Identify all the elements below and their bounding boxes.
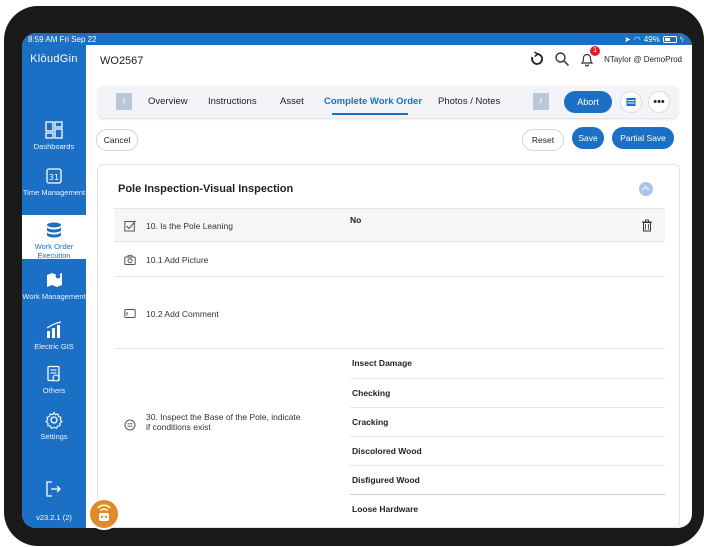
- logout-icon[interactable]: [44, 480, 62, 498]
- reset-button[interactable]: Reset: [522, 129, 564, 151]
- charging-icon: ϟ: [679, 34, 684, 44]
- sidebar: KlōudGin Dashboards 31 Time Management W…: [22, 45, 86, 528]
- robot-icon: [97, 504, 111, 521]
- question-label-line-1: 30. Inspect the Base of the Pole, indica…: [146, 412, 301, 422]
- question-label[interactable]: 10.1 Add Picture: [146, 255, 208, 265]
- assistant-button[interactable]: [88, 498, 120, 530]
- partial-save-button[interactable]: Partial Save: [612, 127, 674, 149]
- question-label-line-2: if conditions exist: [146, 422, 211, 432]
- time-icon: 31: [46, 168, 62, 184]
- tab-asset[interactable]: Asset: [280, 96, 304, 107]
- collapse-section-button[interactable]: [639, 182, 653, 196]
- dashboard-icon: [45, 121, 63, 139]
- app-logo: KlōudGin: [30, 53, 78, 65]
- sidebar-item-label: Others: [42, 386, 66, 395]
- status-bar: 8:59 AM Fri Sep 22 ➤ ◠ 49% ϟ: [22, 33, 692, 45]
- sidebar-item-work-order-execution[interactable]: Work Order Execution: [22, 215, 86, 260]
- work-order-title: WO2567: [100, 55, 144, 67]
- search-icon[interactable]: [554, 51, 570, 67]
- option-cracking[interactable]: Cracking: [350, 407, 665, 436]
- more-options-button[interactable]: •••: [648, 91, 670, 113]
- question-row-10: 10. Is the Pole Leaning No: [114, 208, 665, 241]
- more-icon: •••: [653, 96, 665, 108]
- option-discolored-wood[interactable]: Discolored Wood: [350, 436, 665, 465]
- multi-select-icon: [124, 419, 136, 431]
- tab-scroll-left-button[interactable]: ‹: [116, 93, 132, 110]
- refresh-icon[interactable]: [529, 51, 545, 67]
- list-icon: [626, 98, 636, 106]
- camera-icon: [124, 254, 136, 265]
- abort-button[interactable]: Abort: [564, 91, 612, 113]
- app-screen: 8:59 AM Fri Sep 22 ➤ ◠ 49% ϟ KlōudGin Da…: [22, 33, 692, 528]
- header-actions: 1 NTaylor @ DemoProd: [529, 46, 682, 67]
- save-button[interactable]: Save: [572, 127, 604, 149]
- active-tab-indicator: [332, 113, 408, 115]
- gear-icon: [45, 411, 63, 429]
- option-disfigured-wood[interactable]: Disfigured Wood: [350, 465, 665, 494]
- tab-overview[interactable]: Overview: [148, 96, 188, 107]
- sidebar-item-label: Work Management: [22, 292, 86, 301]
- status-right: ➤ ◠ 49% ϟ: [624, 35, 684, 44]
- database-icon: [47, 222, 61, 238]
- battery-icon: [662, 35, 677, 43]
- tab-photos-notes[interactable]: Photos / Notes: [438, 96, 500, 107]
- question-label: 10. Is the Pole Leaning: [146, 221, 233, 231]
- checkbox-question-icon: [124, 220, 136, 232]
- document-icon: [47, 365, 60, 382]
- user-label[interactable]: NTaylor @ DemoProd: [604, 55, 682, 64]
- cancel-button[interactable]: Cancel: [96, 129, 138, 151]
- question-label: 30. Inspect the Base of the Pole, indica…: [146, 412, 301, 432]
- question-answer[interactable]: No: [350, 215, 361, 225]
- status-time: 8:59 AM Fri Sep 22: [28, 34, 97, 44]
- sidebar-item-label: Time Management: [22, 188, 86, 197]
- notification-badge: 1: [590, 46, 601, 56]
- option-insect-damage[interactable]: Insect Damage: [350, 349, 665, 378]
- sidebar-item-label: Electric GIS: [34, 342, 74, 351]
- question-label: 10.2 Add Comment: [146, 309, 219, 319]
- inspection-form-card: Pole Inspection-Visual Inspection 10. Is…: [97, 164, 680, 528]
- option-loose-hardware[interactable]: Loose Hardware: [350, 494, 665, 523]
- question-row-10-1: 10.1 Add Picture: [114, 241, 665, 276]
- sidebar-item-time-management[interactable]: 31 Time Management: [22, 167, 86, 197]
- tab-instructions[interactable]: Instructions: [208, 96, 257, 107]
- map-pin-icon: [47, 273, 62, 287]
- question-row-30: 30. Inspect the Base of the Pole, indica…: [114, 348, 665, 527]
- trash-icon[interactable]: [641, 219, 653, 232]
- comment-icon: [124, 309, 136, 318]
- sidebar-item-label: Dashboards: [33, 142, 75, 151]
- app-version: v23.2.1 (2): [36, 513, 72, 522]
- sidebar-item-electric-gis[interactable]: Electric GIS: [22, 321, 86, 351]
- section-title: Pole Inspection-Visual Inspection: [118, 183, 294, 195]
- location-icon: ➤: [624, 34, 631, 44]
- svg-text:31: 31: [49, 173, 59, 182]
- sidebar-item-others[interactable]: Others: [22, 365, 86, 395]
- comment-input[interactable]: [350, 281, 662, 343]
- sidebar-item-dashboards[interactable]: Dashboards: [22, 121, 86, 151]
- option-checking[interactable]: Checking: [350, 378, 665, 407]
- notifications-button[interactable]: 1: [579, 46, 601, 67]
- header: WO2567 1 NTaylor @ DemoProd: [86, 45, 692, 81]
- tab-scroll-right-button[interactable]: ›: [533, 93, 549, 110]
- sidebar-item-work-management[interactable]: Work Management: [22, 271, 86, 301]
- tab-bar: ‹ Overview Instructions Asset Complete W…: [98, 86, 678, 118]
- battery-percent: 49%: [643, 34, 660, 44]
- tab-complete-work-order[interactable]: Complete Work Order: [324, 96, 422, 107]
- question-row-10-2: 10.2 Add Comment: [114, 276, 665, 348]
- wifi-icon: ◠: [633, 34, 641, 44]
- sidebar-item-label: Settings: [40, 432, 68, 441]
- sidebar-item-label: Work Order Execution: [34, 242, 74, 260]
- list-view-button[interactable]: [620, 91, 642, 113]
- sidebar-item-settings[interactable]: Settings: [22, 411, 86, 441]
- chart-icon: [46, 321, 62, 338]
